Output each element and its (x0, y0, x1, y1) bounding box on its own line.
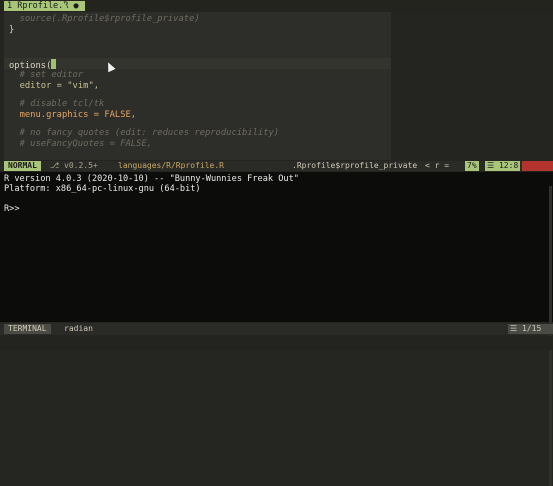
terminal-pane[interactable]: R version 4.0.3 (2020-10-10) -- "Bunny-W… (0, 172, 553, 486)
code-line-6: # set editor (9, 70, 84, 80)
code-line-1: source(.Rprofile$rprofile_private) (9, 14, 200, 24)
text-cursor (51, 59, 57, 69)
terminal-line-2: Platform: x86_64-pc-linux-gnu (64-bit) (4, 184, 201, 194)
tab-rprofile[interactable]: 1 Rprofile.R ● (4, 1, 85, 11)
command-line[interactable] (0, 336, 553, 350)
terminal-mode-indicator: TERMINAL (4, 324, 51, 334)
tab-separator (62, 1, 67, 11)
mode-indicator: NORMAL (4, 161, 41, 171)
status-line: NORMAL ⎇ v0.2.5+ languages/R/Rprofile.R … (0, 161, 553, 171)
diagnostics-indicator (522, 161, 553, 171)
terminal-status-end (543, 324, 551, 334)
vim-window: 1 Rprofile.R ● source(.Rprofile$rprofile… (0, 0, 553, 486)
tab-line: 1 Rprofile.R ● (0, 0, 553, 11)
code-line-12: # no fancy quotes (edit: reduces reprodu… (9, 128, 280, 138)
filetype-indicator: < r = (425, 161, 450, 170)
code-line-5[interactable]: options( (9, 59, 57, 71)
terminal-status-line: TERMINAL radian ☰ 1/15 ℅ (0, 323, 553, 335)
current-function: .Rprofile$rprofile_private (292, 161, 418, 170)
terminal-line-1: R version 4.0.3 (2020-10-10) -- "Bunny-W… (4, 174, 299, 184)
file-path: languages/R/Rprofile.R (118, 161, 224, 170)
git-branch: ⎇ v0.2.5+ (50, 161, 98, 170)
code-line-7: editor = "vim", (9, 81, 100, 91)
terminal-prompt[interactable]: R>> (4, 204, 20, 214)
cursor-line-highlight (4, 58, 391, 69)
scroll-percent: 7% (465, 161, 479, 171)
code-line-13: # useFancyQuotes = FALSE, (9, 139, 152, 149)
code-line-2: } (9, 25, 15, 35)
terminal-name: radian (64, 324, 93, 333)
code-line-10: menu.graphics = FALSE, (9, 110, 137, 120)
code-line-9: # disable tcl/tk (9, 99, 105, 109)
cursor-position: ☰ 12:8 (485, 161, 520, 171)
tab-label: 1 Rprofile.R ● (7, 1, 79, 11)
